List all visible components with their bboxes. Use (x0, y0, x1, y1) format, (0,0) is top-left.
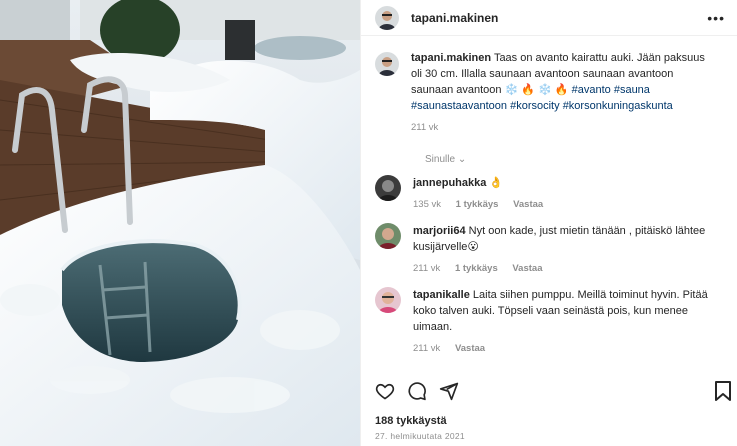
comment-item: jannepuhakka 👌 135 vk 1 tykkäys Vastaa (375, 175, 723, 213)
action-bar (375, 381, 731, 406)
caption-time[interactable]: 211 vk (411, 122, 438, 133)
hashtag[interactable]: #korsocity (510, 100, 560, 112)
comment-meta: 211 vk Vastaa (413, 341, 718, 357)
commenter-avatar[interactable] (375, 287, 401, 313)
author-avatar[interactable] (375, 5, 399, 30)
comment-text-block: marjorii64 Nyt oon kade, just mietin tän… (413, 223, 718, 277)
comment-username[interactable]: jannepuhakka (413, 177, 486, 189)
chevron-down-icon: ⌄ (457, 154, 467, 165)
comment-likes[interactable]: 1 tykkäys (456, 199, 499, 210)
heart-icon[interactable] (375, 381, 395, 406)
post-date[interactable]: 27. helmikuutata 2021 (375, 431, 465, 441)
caption-meta: 211 vk (411, 120, 716, 136)
comment-item: marjorii64 Nyt oon kade, just mietin tän… (375, 223, 723, 277)
comment-time[interactable]: 211 vk (413, 263, 440, 274)
comment-text-block: tapanikalle Laita siihen pumppu. Meillä … (413, 287, 718, 357)
hashtag[interactable]: #sauna (614, 84, 650, 96)
hashtag[interactable]: #korsonkuningaskunta (563, 100, 673, 112)
sinulle-toggle[interactable]: Sinulle ⌄ (425, 154, 723, 165)
sinulle-label: Sinulle (425, 154, 456, 165)
comment-item: tapanikalle Laita siihen pumppu. Meillä … (375, 287, 723, 357)
post-photo[interactable] (0, 0, 360, 446)
comment-username[interactable]: marjorii64 (413, 225, 466, 237)
bookmark-icon[interactable] (715, 381, 731, 406)
comment-text-block: jannepuhakka 👌 135 vk 1 tykkäys Vastaa (413, 175, 718, 213)
instagram-post: tapani.makinen ••• tapani.makinen Taas o… (0, 0, 737, 446)
commenter-avatar[interactable] (375, 223, 401, 249)
author-username[interactable]: tapani.makinen (411, 11, 498, 25)
likes-count[interactable]: 188 tykkäystä (375, 415, 447, 427)
reply-button[interactable]: Vastaa (512, 263, 542, 274)
comment-meta: 135 vk 1 tykkäys Vastaa (413, 197, 718, 213)
comment-time[interactable]: 211 vk (413, 343, 440, 354)
post-header: tapani.makinen ••• (361, 0, 737, 36)
comment-text: 👌 (489, 177, 504, 189)
caption: tapani.makinen Taas on avanto kairattu a… (375, 50, 723, 136)
caption-text-block: tapani.makinen Taas on avanto kairattu a… (411, 50, 716, 136)
commenter-avatar[interactable] (375, 175, 401, 201)
comment-meta: 211 vk 1 tykkäys Vastaa (413, 261, 718, 277)
more-options-icon[interactable]: ••• (707, 10, 725, 26)
reply-button[interactable]: Vastaa (455, 343, 485, 354)
reply-button[interactable]: Vastaa (513, 199, 543, 210)
share-icon[interactable] (439, 381, 459, 406)
hashtag[interactable]: #saunastaavantoon (411, 100, 507, 112)
caption-username[interactable]: tapani.makinen (411, 52, 491, 64)
caption-avatar[interactable] (375, 52, 399, 76)
comment-likes[interactable]: 1 tykkäys (455, 263, 498, 274)
winter-pool-image (0, 0, 360, 446)
comment-username[interactable]: tapanikalle (413, 289, 470, 301)
hashtag[interactable]: #avanto (572, 84, 611, 96)
comment-icon[interactable] (407, 381, 427, 406)
post-side-panel: tapani.makinen ••• tapani.makinen Taas o… (360, 0, 737, 446)
comments-area: tapani.makinen Taas on avanto kairattu a… (361, 36, 737, 357)
comment-time[interactable]: 135 vk (413, 199, 441, 210)
